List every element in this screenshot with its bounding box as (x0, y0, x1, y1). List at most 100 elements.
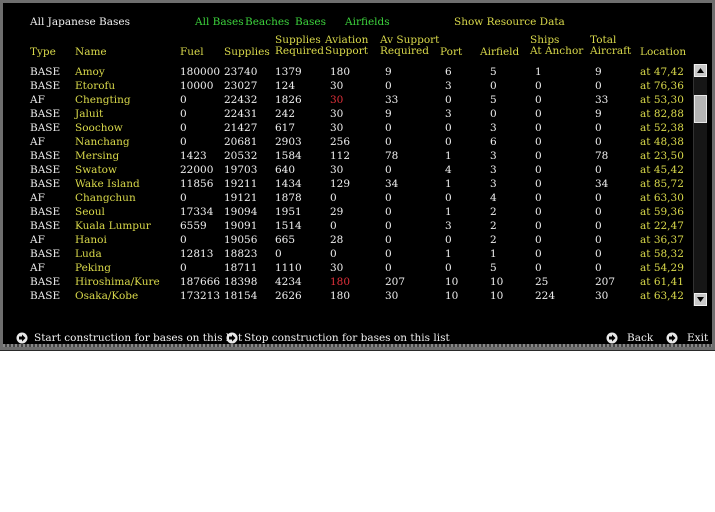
cell-location: at 47,42 (640, 66, 684, 78)
col-header-total-aircraft[interactable]: Total Aircraft (590, 35, 631, 57)
filter-airfields[interactable]: Airfields (345, 16, 390, 28)
cell-supreq: 1584 (275, 150, 302, 162)
cell-avreq: 0 (385, 262, 392, 274)
col-header-supplies-required[interactable]: Supplies Required (275, 35, 324, 57)
filter-beaches[interactable]: Beaches (245, 16, 289, 28)
cell-name[interactable]: Nanchang (75, 135, 130, 149)
back-button[interactable]: Back (606, 332, 653, 344)
cell-supplies: 18823 (224, 248, 258, 260)
table-row[interactable]: AF Chengting 0 22432 1826 30 33 0 5 0 33 at 53,30 (3, 93, 693, 107)
show-resource-data-link[interactable]: Show Resource Data (454, 16, 565, 28)
cell-name[interactable]: Chengting (75, 93, 131, 107)
filter-all-bases[interactable]: All Bases (195, 16, 244, 28)
cell-name[interactable]: Jaluit (75, 107, 103, 121)
cell-name[interactable]: Soochow (75, 121, 123, 135)
cell-name[interactable]: Luda (75, 247, 102, 261)
col-header-fuel[interactable]: Fuel (180, 46, 204, 58)
cell-avsup: 180 (330, 66, 351, 78)
col-header-type[interactable]: Type (30, 46, 56, 58)
table-row[interactable]: BASE Kuala Lumpur 6559 19091 1514 0 0 3 2 0 0 at 22… (3, 219, 693, 233)
table-row[interactable]: AF Nanchang 0 20681 2903 256 0 0 6 0 0 at 48,38 (3, 135, 693, 149)
table-row[interactable]: BASE Amoy 180000 23740 1379 180 9 6 5 1 9 at 47,42 (3, 65, 693, 79)
triangle-down-icon (697, 297, 704, 302)
cell-type: AF (30, 262, 45, 274)
table-row[interactable]: BASE Etorofu 10000 23027 124 30 0 3 0 0 0 at 76,36 (3, 79, 693, 93)
cell-supplies: 23740 (224, 66, 258, 78)
cell-name[interactable]: Seoul (75, 205, 105, 219)
table-row[interactable]: BASE Osaka/Kobe 173213 18154 2626 180 30 10 10 22… (3, 289, 693, 303)
cell-avsup: 30 (330, 108, 344, 120)
cell-fuel: 187666 (180, 276, 221, 288)
cell-port: 10 (445, 290, 459, 302)
col-header-av-support-required[interactable]: Av Support Required (380, 35, 439, 57)
cell-airfield: 2 (490, 206, 497, 218)
cell-name[interactable]: Mersing (75, 149, 119, 163)
cell-ships: 0 (535, 122, 542, 134)
cell-supreq: 1514 (275, 220, 302, 232)
cell-name[interactable]: Hiroshima/Kure (75, 275, 160, 289)
cell-name[interactable]: Osaka/Kobe (75, 289, 138, 303)
table-row[interactable]: BASE Jaluit 0 22431 242 30 9 3 0 0 9 at 82,88 (3, 107, 693, 121)
scroll-up-button[interactable] (694, 64, 707, 77)
back-label: Back (627, 332, 654, 344)
cell-supreq: 2626 (275, 290, 302, 302)
start-construction-button[interactable]: Start construction for bases on this lis… (16, 332, 242, 344)
table-row[interactable]: AF Changchun 0 19121 1878 0 0 0 4 0 0 at 63,30 (3, 191, 693, 205)
cell-avsup: 180 (330, 276, 351, 288)
cell-supplies: 18398 (224, 276, 258, 288)
stop-construction-button[interactable]: Stop construction for bases on this list (226, 332, 450, 344)
cell-airfield: 2 (490, 220, 497, 232)
filter-bases[interactable]: Bases (295, 16, 326, 28)
table-row[interactable]: BASE Mersing 1423 20532 1584 112 78 1 3 0 78 at 23,… (3, 149, 693, 163)
table-row[interactable]: AF Hanoi 0 19056 665 28 0 0 2 0 0 at 36,37 (3, 233, 693, 247)
scrollbar[interactable] (693, 64, 707, 306)
cell-location: at 54,29 (640, 262, 684, 274)
table-row[interactable]: AF Peking 0 18711 1110 30 0 0 5 0 0 at 54,29 (3, 261, 693, 275)
cell-avreq: 0 (385, 192, 392, 204)
table-row[interactable]: BASE Hiroshima/Kure 187666 18398 4234 180 207 1… (3, 275, 693, 289)
cell-supreq: 617 (275, 122, 296, 134)
cell-name[interactable]: Kuala Lumpur (75, 219, 151, 233)
col-header-location[interactable]: Location (640, 46, 686, 58)
cell-aircraft: 9 (595, 66, 602, 78)
cell-name[interactable]: Hanoi (75, 233, 107, 247)
cell-supreq: 0 (275, 248, 282, 260)
cell-name[interactable]: Swatow (75, 163, 117, 177)
col-header-supplies[interactable]: Supplies (224, 46, 270, 58)
table-row[interactable]: BASE Luda 12813 18823 0 0 0 1 1 0 0 at 58,32 (3, 247, 693, 261)
cell-avsup: 112 (330, 150, 351, 162)
col-header-name[interactable]: Name (75, 46, 107, 58)
cell-location: at 53,30 (640, 94, 684, 106)
cell-fuel: 17334 (180, 206, 214, 218)
col-header-port[interactable]: Port (440, 46, 462, 58)
cell-avreq: 0 (385, 122, 392, 134)
col-header-airfield[interactable]: Airfield (480, 46, 519, 58)
cell-fuel: 0 (180, 94, 187, 106)
exit-button[interactable]: Exit (666, 332, 708, 344)
cell-supplies: 20681 (224, 136, 258, 148)
col-header-ships-at-anchor[interactable]: Ships At Anchor (530, 35, 583, 57)
arrow-right-icon (666, 332, 678, 344)
cell-name[interactable]: Peking (75, 261, 111, 275)
cell-fuel: 6559 (180, 220, 207, 232)
cell-name[interactable]: Amoy (75, 65, 105, 79)
cell-avreq: 30 (385, 290, 399, 302)
cell-airfield: 3 (490, 150, 497, 162)
cell-name[interactable]: Etorofu (75, 79, 115, 93)
scroll-thumb[interactable] (694, 95, 707, 123)
cell-name[interactable]: Wake Island (75, 177, 140, 191)
table-row[interactable]: BASE Soochow 0 21427 617 30 0 0 3 0 0 at 52,38 (3, 121, 693, 135)
cell-avsup: 30 (330, 122, 344, 134)
cell-avreq: 0 (385, 234, 392, 246)
cell-supplies: 19056 (224, 234, 258, 246)
table-row[interactable]: BASE Seoul 17334 19094 1951 29 0 1 2 0 0 at 59,36 (3, 205, 693, 219)
scroll-down-button[interactable] (694, 293, 707, 306)
table-row[interactable]: BASE Swatow 22000 19703 640 30 0 4 3 0 0 at 45,42 (3, 163, 693, 177)
table-row[interactable]: BASE Wake Island 11856 19211 1434 129 34 1 3 0 34 a… (3, 177, 693, 191)
cell-avsup: 129 (330, 178, 351, 190)
cell-airfield: 10 (490, 290, 504, 302)
col-header-aviation-support[interactable]: Aviation Support (325, 35, 368, 57)
cell-port: 1 (445, 206, 452, 218)
cell-supreq: 1434 (275, 178, 302, 190)
cell-name[interactable]: Changchun (75, 191, 136, 205)
